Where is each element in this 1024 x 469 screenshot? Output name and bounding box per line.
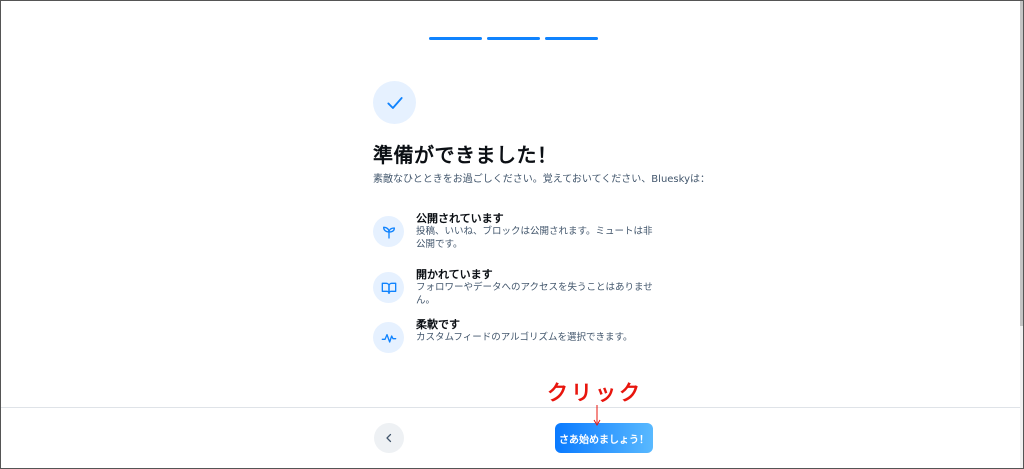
feature-icon-wrap xyxy=(373,322,404,353)
progress-segment-3 xyxy=(545,37,598,40)
progress-segment-2 xyxy=(487,37,540,40)
feature-icon-wrap xyxy=(373,272,404,303)
start-button[interactable]: さあ始めましょう！ xyxy=(555,423,653,453)
scrollbar[interactable] xyxy=(1020,1,1023,468)
check-icon xyxy=(386,96,403,109)
scrollbar-thumb[interactable] xyxy=(1020,1,1023,326)
pulse-icon xyxy=(381,333,396,343)
book-icon xyxy=(381,282,396,294)
progress-bar xyxy=(429,37,598,40)
sprout-icon xyxy=(382,226,395,239)
footer-bar xyxy=(1,407,1023,468)
feature-title: 開かれています xyxy=(416,268,493,281)
back-button[interactable] xyxy=(374,423,404,453)
onboarding-window: 準備ができました！ 素敵なひとときをお過ごしください。覚えておいてください、Bl… xyxy=(0,0,1024,469)
arrow-down-icon xyxy=(593,405,601,426)
feature-title: 公開されています xyxy=(416,212,504,225)
check-badge xyxy=(373,81,416,124)
feature-description: フォロワーやデータへのアクセスを失うことはありません。 xyxy=(416,282,653,306)
progress-segment-1 xyxy=(429,37,482,40)
page-subtitle: 素敵なひとときをお過ごしください。覚えておいてください、Blueskyは： xyxy=(373,174,710,185)
feature-description: カスタムフィードのアルゴリズムを選択できます。 xyxy=(416,332,633,343)
feature-description: 投稿、いいね、ブロックは公開されます。ミュートは非公開です。 xyxy=(416,226,653,250)
feature-icon-wrap xyxy=(373,216,404,247)
click-annotation: クリック xyxy=(547,381,643,405)
feature-title: 柔軟です xyxy=(416,318,460,331)
page-title: 準備ができました！ xyxy=(373,143,558,167)
chevron-left-icon xyxy=(386,433,392,443)
